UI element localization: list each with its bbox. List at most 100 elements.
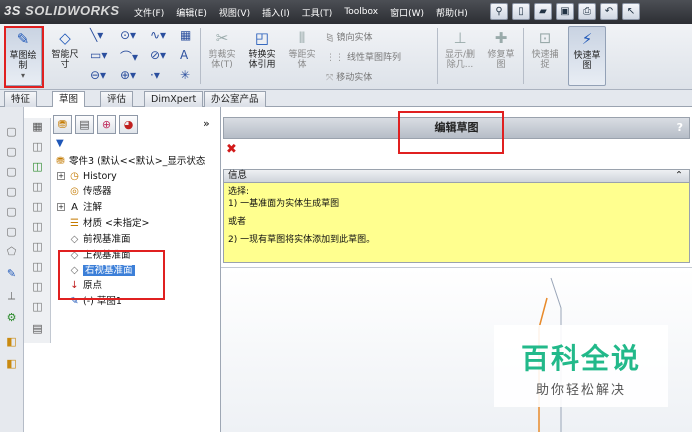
relations-icon[interactable]: ⚙ [3, 311, 20, 325]
tab-dimxpert[interactable]: DimXpert [144, 91, 204, 107]
tree-front-plane[interactable]: ◇ 前视基准面 [68, 233, 131, 247]
tree-part[interactable]: ⛃ 零件3 (默认<<默认>_显示状态 [54, 155, 205, 169]
mirror-entities-button[interactable]: ⧎ 镜向实体 [326, 30, 373, 43]
property-tab-icon[interactable]: ▤ [75, 115, 94, 134]
print-icon[interactable]: ⎙ [578, 3, 596, 20]
view-icon[interactable]: ◫ [29, 300, 46, 314]
expand-icon[interactable]: + [57, 203, 65, 211]
cube-icon[interactable]: ▢ [3, 145, 20, 159]
tree-history[interactable]: + ◷ History [57, 170, 117, 184]
help-icon[interactable]: ? [677, 118, 683, 138]
pin-icon[interactable]: ⚲ [490, 3, 508, 20]
view-icon[interactable]: ◫ [29, 140, 46, 154]
highlight-box [4, 26, 44, 88]
view-icon[interactable]: ◫ [29, 160, 46, 174]
tree-sensors[interactable]: ◎ 传感器 [68, 185, 111, 199]
smart-dimension-button[interactable]: ◇ 智能尺 寸 [46, 26, 84, 86]
keyboard-icon[interactable]: ▤ [29, 322, 46, 336]
tree-annotations[interactable]: + A 注解 [57, 201, 102, 215]
trim-icon: ✂ [215, 29, 229, 47]
ribbon-separator [523, 28, 524, 84]
linear-pattern-button[interactable]: ⋮⋮ 线性草图阵列 [326, 50, 401, 63]
offset-entities-button[interactable]: ⫴ 等距实 体 [283, 26, 321, 86]
cube-icon[interactable]: ▢ [3, 225, 20, 239]
text-tool-icon[interactable]: A [180, 48, 188, 62]
grid-icon[interactable]: ▦ [29, 120, 46, 134]
centerline-tool-icon[interactable]: ✳ [180, 68, 190, 82]
move-entities-button[interactable]: ⤧ 移动实体 [326, 70, 372, 83]
view-icon[interactable]: ◫ [29, 260, 46, 274]
cube-icon[interactable]: ▢ [3, 125, 20, 139]
info-section-header[interactable]: 信息 ⌃ [223, 169, 690, 183]
open-folder-icon[interactable]: ▰ [534, 3, 552, 20]
snap-icon: ⊡ [538, 29, 552, 47]
menu-help[interactable]: 帮助(H) [430, 6, 474, 19]
rapid-sketch-icon: ⚡ [581, 30, 593, 48]
point-tool-icon[interactable]: ·▾ [150, 68, 160, 82]
save-icon[interactable]: ▣ [556, 3, 574, 20]
cube-icon[interactable]: ▢ [3, 165, 20, 179]
shape-icon[interactable]: ⬠ [3, 245, 20, 259]
offset-icon: ⫴ [298, 29, 306, 47]
tab-evaluate[interactable]: 评估 [100, 91, 134, 107]
highlight-box [398, 111, 504, 154]
close-icon[interactable]: ✖ [226, 142, 237, 157]
select-arrow-icon[interactable]: ↖ [622, 3, 640, 20]
rapid-sketch-button[interactable]: ⚡ 快速草 图 [568, 26, 606, 86]
filter-icon[interactable]: ▼ [56, 138, 64, 149]
tab-features[interactable]: 特征 [4, 91, 38, 107]
convert-icon: ◰ [254, 29, 270, 47]
layer-icon[interactable]: ◧ [3, 335, 20, 349]
expand-arrows-icon[interactable]: » [203, 117, 210, 130]
menu-edit[interactable]: 编辑(E) [170, 6, 213, 19]
undo-icon[interactable]: ↶ [600, 3, 618, 20]
menu-toolbox[interactable]: Toolbox [338, 7, 384, 17]
display-tab-icon[interactable]: ◕ [119, 115, 138, 134]
repair-sketch-button[interactable]: ✚ 修复草 图 [482, 26, 520, 86]
view-icon[interactable]: ◫ [29, 200, 46, 214]
tab-office-products[interactable]: 办公室产品 [204, 91, 266, 107]
menu-file[interactable]: 文件(F) [128, 6, 170, 19]
history-icon: ◷ [70, 171, 79, 182]
move-icon: ⤧ [326, 73, 334, 83]
chevron-up-icon[interactable]: ⌃ [675, 170, 683, 182]
feature-manager-tabs: ⛃ ▤ ⊕ ◕ » [51, 115, 221, 137]
grid-tool-icon[interactable]: ▦ [180, 28, 191, 42]
spline-tool-icon[interactable]: ∿▾ [150, 28, 166, 42]
ellipse-tool-icon[interactable]: ⊘▾ [150, 48, 166, 62]
display-delete-relations-button[interactable]: ⊥ 显示/删 除几... [441, 26, 479, 86]
tab-sketch[interactable]: 草图 [52, 91, 86, 107]
cube-icon[interactable]: ▢ [3, 205, 20, 219]
feature-tree-tab-icon[interactable]: ⛃ [53, 115, 72, 134]
arc-tool-icon[interactable]: ⌒▾ [120, 48, 138, 65]
slot-tool-icon[interactable]: ⊖▾ [90, 68, 106, 82]
config-tab-icon[interactable]: ⊕ [97, 115, 116, 134]
secondary-toolbar: ▦ ◫ ◫ ◫ ◫ ◫ ◫ ◫ ◫ ◫ ▤ [24, 118, 51, 343]
menu-view[interactable]: 视图(V) [213, 6, 256, 19]
ribbon-separator [200, 28, 201, 84]
expand-icon[interactable]: + [57, 172, 65, 180]
quick-snaps-button[interactable]: ⊡ 快速捕 捉 [526, 26, 564, 86]
solidworks-logo[interactable]: 3S SOLIDWORKS [4, 3, 120, 18]
menu-insert[interactable]: 插入(I) [256, 6, 296, 19]
info-message: 选择: 1) 一基准面为实体生成草图 或者 2) 一现有草图将实体添加到此草图。 [223, 183, 690, 263]
new-document-icon[interactable]: ▯ [512, 3, 530, 20]
trim-entities-button[interactable]: ✂ 剪裁实 体(T) [203, 26, 241, 86]
view-icon[interactable]: ◫ [29, 280, 46, 294]
cube-icon[interactable]: ▢ [3, 185, 20, 199]
layer-icon[interactable]: ◧ [3, 357, 20, 371]
menu-window[interactable]: 窗口(W) [384, 6, 430, 19]
circle-tool-icon[interactable]: ⊙▾ [120, 28, 136, 42]
rectangle-tool-icon[interactable]: ▭▾ [90, 48, 107, 62]
view-icon[interactable]: ◫ [29, 220, 46, 234]
view-icon[interactable]: ◫ [29, 240, 46, 254]
smart-dimension-icon: ◇ [59, 29, 71, 47]
menu-tools[interactable]: 工具(T) [296, 6, 339, 19]
tree-material[interactable]: ☰ 材质 <未指定> [68, 217, 149, 231]
line-tool-icon[interactable]: ╲▾ [90, 28, 103, 42]
dimension-icon[interactable]: ⟂ [3, 289, 20, 303]
polygon-tool-icon[interactable]: ⊕▾ [120, 68, 136, 82]
sketch-icon[interactable]: ✎ [3, 267, 20, 281]
convert-entities-button[interactable]: ◰ 转换实 体引用 [243, 26, 281, 86]
view-icon[interactable]: ◫ [29, 180, 46, 194]
